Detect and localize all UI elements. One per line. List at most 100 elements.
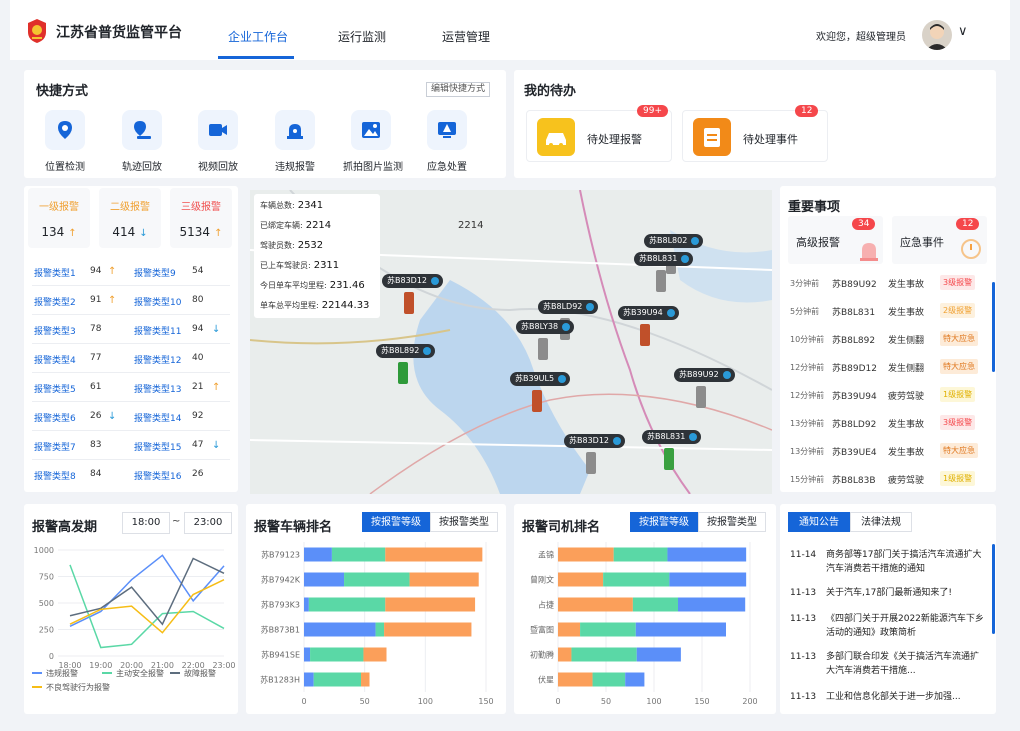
vehicle-by-type-button[interactable]: 按报警类型 <box>430 512 498 532</box>
alarm-type-name: 报警类型6 <box>34 414 76 424</box>
truck-icon[interactable] <box>664 448 674 470</box>
truck-icon[interactable] <box>656 270 666 292</box>
alarm-type-item[interactable]: 报警类型8 84 <box>34 469 101 482</box>
vehicle-by-level-button[interactable]: 按报警等级 <box>362 512 430 532</box>
vehicle-plate-marker[interactable]: 苏B39UL5 <box>510 372 571 386</box>
event-plate: 苏B8L831 <box>832 308 876 318</box>
tab-laws[interactable]: 法律法规 <box>850 512 912 532</box>
stat-label: 单车总平均里程: <box>260 301 319 310</box>
pending-event-card[interactable]: 待处理事件 12 <box>682 105 828 162</box>
important-scrollbar[interactable] <box>992 282 995 372</box>
important-row[interactable]: 13分钟前 苏B39UE4 发生事故 特大应急 <box>790 443 986 460</box>
vehicle-plate-marker[interactable]: 苏B8LY38 <box>516 320 575 334</box>
important-row[interactable]: 5分钟前 苏B8L831 发生事故 2级报警 <box>790 303 986 320</box>
shortcut-snapshot-monitor[interactable]: 抓拍图片监测 <box>343 110 403 173</box>
edit-shortcuts-button[interactable]: 编辑快捷方式 <box>426 82 491 97</box>
event-plate: 苏B89U92 <box>832 280 877 290</box>
alarm-type-item[interactable]: 报警类型9 54 <box>134 266 203 279</box>
event-plate: 苏B39UE4 <box>832 448 877 458</box>
end-time-input[interactable]: 23:00 <box>184 512 232 534</box>
bar-segment <box>558 622 581 637</box>
truck-icon[interactable] <box>586 452 596 474</box>
important-row[interactable]: 15分钟前 苏B8L83B 疲劳驾驶 1级报警 <box>790 471 986 488</box>
driver-by-level-button[interactable]: 按报警等级 <box>630 512 698 532</box>
shortcut-track-replay[interactable]: 轨迹回放 <box>114 110 170 173</box>
start-time-input[interactable]: 18:00 <box>122 512 170 534</box>
alarm-type-item[interactable]: 报警类型6 26 ↓ <box>34 411 116 424</box>
important-row[interactable]: 12分钟前 苏B39U94 疲劳驾驶 1级报警 <box>790 387 986 404</box>
fleet-stats-box: 车辆总数: 2341 已绑定车辆: 2214 驾驶员数: 2532 已上车驾驶员: 2311 今… <box>254 194 380 318</box>
tab-operation-monitoring[interactable]: 运行监测 <box>338 28 386 45</box>
category-label: 苏B79123 <box>261 550 300 560</box>
stat-label: 已绑定车辆: <box>260 221 303 230</box>
category-label: 苏B793K3 <box>261 600 300 610</box>
shortcut-location[interactable]: 位置检测 <box>37 110 93 173</box>
vehicle-plate-marker[interactable]: 苏B8L802 <box>644 234 704 248</box>
alarm-type-item[interactable]: 报警类型2 91 ↑ <box>34 295 116 308</box>
notice-item[interactable]: 11-13 工业和信息化部关于进一步加强... <box>790 690 986 720</box>
x-tick-label: 0 <box>301 697 306 706</box>
pending-alarm-card[interactable]: 待处理报警 99+ <box>526 105 672 162</box>
divider <box>32 401 230 402</box>
alarm-peak-panel: 报警高发期 18:00 ~ 23:00 0 250 500 750 1000 18:00 1… <box>24 504 238 714</box>
vehicle-plate-marker[interactable]: 苏B39U94 <box>618 306 679 320</box>
shortcut-video-replay[interactable]: 视频回放 <box>190 110 246 173</box>
vehicle-plate-marker[interactable]: 苏B8L892 <box>376 344 436 358</box>
alarm-type-item[interactable]: 报警类型13 21 ↑ <box>134 382 220 395</box>
truck-icon[interactable] <box>538 338 548 360</box>
important-row[interactable]: 12分钟前 苏B89D12 发生侧翻 特大应急 <box>790 359 986 376</box>
category-label: 初勤腾 <box>530 650 554 660</box>
legend-label: 不良驾驶行为报警 <box>46 682 110 692</box>
alarm-type-item[interactable]: 报警类型15 47 ↓ <box>134 440 220 453</box>
driver-by-type-button[interactable]: 按报警类型 <box>698 512 766 532</box>
notice-item[interactable]: 11-13 《四部门关于开展2022新能源汽车下乡活动的通知》政策简析 <box>790 612 986 642</box>
alarm-peak-line-chart: 0250500750100018:00 19:00 20:00 21:00 22:00 2… <box>32 546 236 692</box>
important-row[interactable]: 3分钟前 苏B89U92 发生事故 3级报警 <box>790 275 986 292</box>
senior-alarm-card[interactable]: 高级报警 34 <box>788 216 883 264</box>
vehicle-map[interactable]: 车辆总数: 2341 已绑定车辆: 2214 驾驶员数: 2532 已上车驾驶员: 2311 今… <box>250 190 772 494</box>
tab-enterprise-workbench[interactable]: 企业工作台 <box>228 28 288 45</box>
alarm-type-item[interactable]: 报警类型1 94 ↑ <box>34 266 116 279</box>
shortcut-emergency[interactable]: 应急处置 <box>419 110 475 173</box>
level-card-2[interactable]: 二级报警 414 ↓ <box>99 188 161 248</box>
alarm-type-item[interactable]: 报警类型11 94 ↓ <box>134 324 220 337</box>
x-tick-label: 19:00 <box>89 661 112 670</box>
alarm-type-item[interactable]: 报警类型4 77 <box>34 353 101 366</box>
chevron-down-icon[interactable]: ∨ <box>958 24 968 39</box>
vehicle-plate-marker[interactable]: 苏B8L831 <box>634 252 694 266</box>
alarm-type-item[interactable]: 报警类型5 61 <box>34 382 101 395</box>
stat-value: 2341 <box>297 200 324 211</box>
truck-icon[interactable] <box>404 292 414 314</box>
alarm-type-item[interactable]: 报警类型16 26 <box>134 469 203 482</box>
truck-icon[interactable] <box>696 386 706 408</box>
alarm-type-item[interactable]: 报警类型3 78 <box>34 324 101 337</box>
vehicle-plate-marker[interactable]: 苏B8L831 <box>642 430 702 444</box>
vehicle-plate-marker[interactable]: 苏B89U92 <box>674 368 735 382</box>
alarm-type-count: 21 <box>192 382 204 392</box>
vehicle-plate-marker[interactable]: 苏B8LD92 <box>538 300 599 314</box>
tab-notices[interactable]: 通知公告 <box>788 512 850 532</box>
notice-item[interactable]: 11-13 多部门联合印发《关于搞活汽车流通扩大汽车消费若干措施... <box>790 650 986 680</box>
tab-operation-management[interactable]: 运营管理 <box>442 28 490 45</box>
avatar[interactable] <box>922 20 952 50</box>
alarm-type-item[interactable]: 报警类型12 40 <box>134 353 203 366</box>
truck-icon[interactable] <box>640 324 650 346</box>
alarm-type-name: 报警类型16 <box>134 472 182 482</box>
truck-icon[interactable] <box>398 362 408 384</box>
vehicle-plate-marker[interactable]: 苏B83D12 <box>564 434 626 448</box>
emergency-event-card[interactable]: 应急事件 12 <box>892 216 987 264</box>
level-card-3[interactable]: 三级报警 5134 ↑ <box>170 188 232 248</box>
vehicle-plate-marker[interactable]: 苏B83D12 <box>382 274 444 288</box>
alarm-type-item[interactable]: 报警类型14 92 <box>134 411 203 424</box>
level-card-1[interactable]: 一级报警 134 ↑ <box>28 188 90 248</box>
important-row[interactable]: 13分钟前 苏B8LD92 发生事故 3级报警 <box>790 415 986 432</box>
notice-item[interactable]: 11-14 商务部等17部门关于搞活汽车流通扩大汽车消费若干措施的通知 <box>790 548 986 578</box>
truck-icon[interactable] <box>532 390 542 412</box>
shortcut-violation-alarm[interactable]: 违规报警 <box>267 110 323 173</box>
important-row[interactable]: 10分钟前 苏B8L892 发生侧翻 特大应急 <box>790 331 986 348</box>
pending-event-label: 待处理事件 <box>743 133 798 146</box>
alarm-type-item[interactable]: 报警类型10 80 <box>134 295 203 308</box>
vehicle-rank-bar-chart: 0 50 100 150 苏B79123 苏B7942K 苏B793K3 苏B873B1 苏B9… <box>260 542 494 706</box>
alarm-type-item[interactable]: 报警类型7 83 <box>34 440 101 453</box>
notice-scrollbar[interactable] <box>992 544 995 634</box>
